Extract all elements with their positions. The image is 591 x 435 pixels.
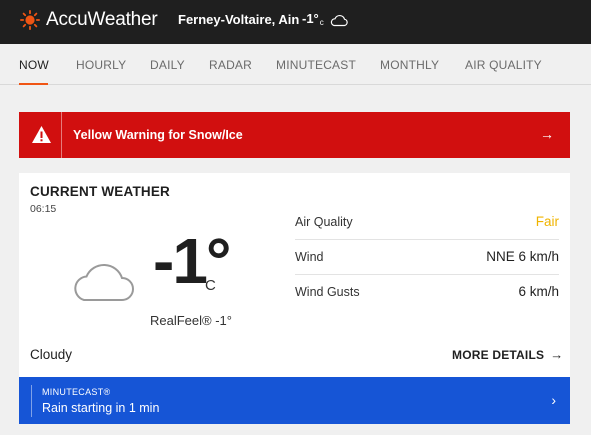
tab-now[interactable]: NOW bbox=[19, 58, 49, 72]
header-temp-unit: c bbox=[319, 18, 324, 27]
stat-row-wind-gusts: Wind Gusts 6 km/h bbox=[295, 275, 559, 310]
brand-name: AccuWeather bbox=[46, 9, 158, 30]
sun-logo-icon bbox=[20, 10, 40, 30]
tab-minutecast[interactable]: MINUTECAST bbox=[276, 58, 356, 72]
current-temperature: -1° bbox=[153, 225, 231, 297]
header-temperature: -1°c bbox=[302, 11, 324, 27]
weather-condition: Cloudy bbox=[30, 347, 73, 362]
weather-alert-banner[interactable]: Yellow Warning for Snow/Ice → bbox=[19, 112, 570, 158]
accuweather-logo[interactable]: AccuWeather bbox=[20, 9, 158, 31]
tab-monthly[interactable]: MONTHLY bbox=[380, 58, 439, 72]
tab-daily[interactable]: DAILY bbox=[150, 58, 185, 72]
realfeel-temperature: RealFeel® -1° bbox=[150, 313, 232, 328]
more-details-label: MORE DETAILS bbox=[452, 348, 545, 362]
header-temp-value: -1° bbox=[302, 11, 319, 26]
minutecast-banner[interactable]: MINUTECAST® Rain starting in 1 min › bbox=[19, 377, 570, 424]
warning-icon bbox=[32, 126, 51, 143]
more-details-link[interactable]: MORE DETAILS → bbox=[452, 347, 563, 362]
stat-row-air-quality: Air Quality Fair bbox=[295, 205, 559, 240]
tab-air-quality[interactable]: AIR QUALITY bbox=[465, 58, 542, 72]
card-title: CURRENT WEATHER bbox=[30, 184, 170, 199]
stat-value: NNE 6 km/h bbox=[486, 249, 559, 264]
alert-icon-container bbox=[19, 112, 62, 158]
stat-label: Wind bbox=[295, 250, 324, 264]
stat-label: Air Quality bbox=[295, 215, 353, 229]
stat-value: 6 km/h bbox=[518, 284, 559, 299]
current-weather-card: CURRENT WEATHER 06:15 -1° C RealFeel® -1… bbox=[19, 173, 570, 377]
top-bar: AccuWeather Ferney-Voltaire, Ain -1°c bbox=[0, 0, 591, 44]
minutecast-divider bbox=[31, 385, 32, 417]
nav-tabs: NOW HOURLY DAILY RADAR MINUTECAST MONTHL… bbox=[0, 44, 591, 85]
location-name[interactable]: Ferney-Voltaire, Ain bbox=[178, 12, 299, 27]
observation-time: 06:15 bbox=[30, 203, 57, 215]
stat-row-wind: Wind NNE 6 km/h bbox=[295, 240, 559, 275]
arrow-right-icon: → bbox=[550, 347, 564, 362]
tab-hourly[interactable]: HOURLY bbox=[76, 58, 126, 72]
tab-radar[interactable]: RADAR bbox=[209, 58, 252, 72]
alert-text: Yellow Warning for Snow/Ice bbox=[73, 128, 243, 142]
temperature-unit: C bbox=[205, 277, 216, 294]
minutecast-text: Rain starting in 1 min bbox=[42, 401, 160, 415]
cloudy-weather-icon bbox=[74, 264, 134, 301]
stat-label: Wind Gusts bbox=[295, 285, 360, 299]
cloud-icon bbox=[330, 14, 348, 27]
chevron-right-icon: › bbox=[551, 392, 556, 408]
arrow-right-icon: → bbox=[540, 126, 554, 142]
stat-value: Fair bbox=[535, 214, 559, 229]
minutecast-label: MINUTECAST® bbox=[42, 387, 111, 397]
active-tab-indicator bbox=[19, 83, 48, 85]
